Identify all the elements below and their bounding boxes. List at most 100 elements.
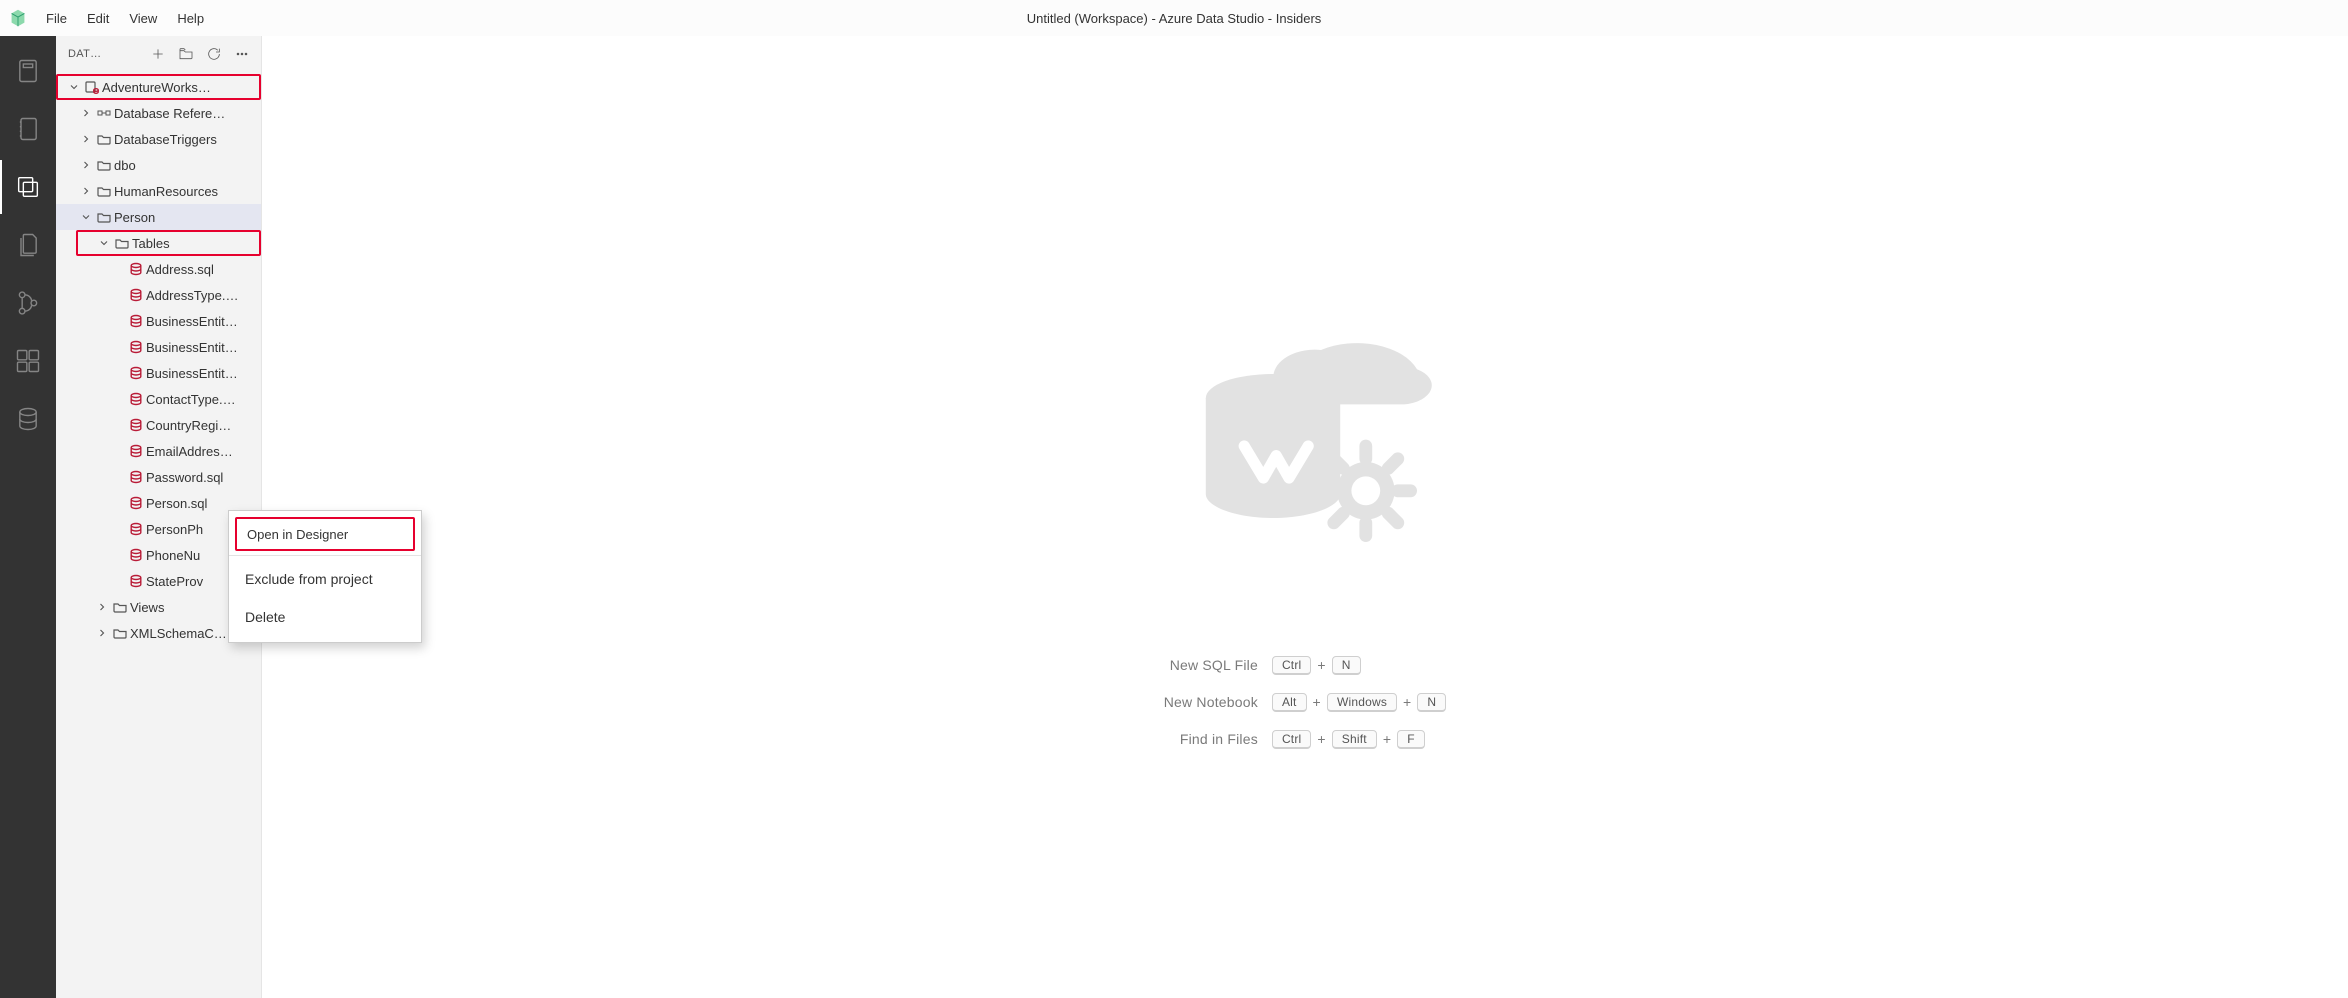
ctx-exclude[interactable]: Exclude from project (229, 560, 421, 598)
activity-database-icon[interactable] (0, 392, 56, 446)
tree-item-label: HumanResources (114, 184, 218, 199)
context-menu: Open in Designer Exclude from project De… (228, 510, 422, 643)
welcome-watermark: New SQL File Ctrl+ N New Notebook Alt+ W… (1145, 286, 1465, 749)
welcome-find-in-files: Find in Files (1164, 731, 1258, 747)
welcome-find-in-files-keys: Ctrl+ Shift+ F (1272, 730, 1446, 749)
table-icon (126, 287, 146, 303)
tree-item-table-file[interactable]: EmailAddres… (56, 438, 261, 464)
ctx-item-label: Open in Designer (247, 527, 348, 542)
tree-item-label: XMLSchemaC… (130, 626, 227, 641)
welcome-new-notebook: New Notebook (1164, 694, 1258, 710)
tree-item-tables[interactable]: Tables (76, 230, 261, 256)
chevron-right-icon[interactable] (94, 627, 110, 639)
table-icon (126, 495, 146, 511)
chevron-right-icon[interactable] (78, 133, 94, 145)
activity-source-control[interactable] (0, 276, 56, 330)
key: N (1332, 656, 1361, 675)
folder-icon (110, 599, 130, 615)
welcome-new-sql: New SQL File (1164, 657, 1258, 673)
activity-extensions[interactable] (0, 334, 56, 388)
window-title: Untitled (Workspace) - Azure Data Studio… (1027, 11, 1322, 26)
tree-item-label: Person (114, 210, 155, 225)
tree-item-label: CountryRegi… (146, 418, 231, 433)
tree-item-table-file[interactable]: BusinessEntit… (56, 308, 261, 334)
tree-item-label: AddressType.… (146, 288, 239, 303)
ctx-open-in-designer[interactable]: Open in Designer (235, 517, 415, 551)
tree-item-label: Database Refere… (114, 106, 225, 121)
editor-area: New SQL File Ctrl+ N New Notebook Alt+ W… (262, 36, 2348, 998)
folder-icon (94, 183, 114, 199)
chevron-right-icon[interactable] (78, 185, 94, 197)
tree-item-table-file[interactable]: ContactType.… (56, 386, 261, 412)
menu-help[interactable]: Help (167, 0, 214, 36)
ctx-separator (229, 555, 421, 556)
tree-item-label: BusinessEntit… (146, 314, 238, 329)
more-icon[interactable] (229, 41, 255, 67)
table-icon (126, 339, 146, 355)
tree-item-person[interactable]: Person (56, 204, 261, 230)
table-icon (126, 417, 146, 433)
new-icon[interactable] (145, 41, 171, 67)
tree-item-label: Person.sql (146, 496, 207, 511)
refresh-icon[interactable] (201, 41, 227, 67)
welcome-shortcuts: New SQL File Ctrl+ N New Notebook Alt+ W… (1164, 656, 1447, 749)
tree-item-table-file[interactable]: AddressType.… (56, 282, 261, 308)
chevron-right-icon[interactable] (94, 601, 110, 613)
activity-explorer[interactable] (0, 160, 56, 214)
key: N (1417, 693, 1446, 712)
menubar: File Edit View Help (36, 0, 214, 36)
table-icon (126, 573, 146, 589)
activity-files[interactable] (0, 218, 56, 272)
tree-item-label: StateProv (146, 574, 203, 589)
tree-item-dbtriggers[interactable]: DatabaseTriggers (56, 126, 261, 152)
key: F (1397, 730, 1425, 749)
tree-item-label: PersonPh (146, 522, 203, 537)
welcome-new-sql-keys: Ctrl+ N (1272, 656, 1446, 675)
titlebar: File Edit View Help Untitled (Workspace)… (0, 0, 2348, 36)
chevron-right-icon[interactable] (78, 159, 94, 171)
project-icon (82, 79, 102, 95)
tree-item-db-references[interactable]: Database Refere… (56, 100, 261, 126)
key: Shift (1332, 730, 1377, 749)
sidebar-header: DAT… (56, 36, 261, 72)
tree-item-label: DatabaseTriggers (114, 132, 217, 147)
menu-view[interactable]: View (119, 0, 167, 36)
key: Ctrl (1272, 730, 1311, 749)
chevron-down-icon[interactable] (96, 237, 112, 249)
chevron-down-icon[interactable] (66, 81, 82, 93)
chevron-down-icon[interactable] (78, 211, 94, 223)
tree-item-label: Password.sql (146, 470, 223, 485)
key: Alt (1272, 693, 1307, 712)
tree-root[interactable]: AdventureWorks… (56, 74, 261, 100)
table-icon (126, 547, 146, 563)
table-icon (126, 391, 146, 407)
tree-item-label: Views (130, 600, 164, 615)
tree-item-dbo[interactable]: dbo (56, 152, 261, 178)
activity-notebooks[interactable] (0, 102, 56, 156)
tree-item-label: BusinessEntit… (146, 366, 238, 381)
folder-icon (94, 131, 114, 147)
tree-item-humanresources[interactable]: HumanResources (56, 178, 261, 204)
menu-edit[interactable]: Edit (77, 0, 119, 36)
sidebar-title: DAT… (68, 48, 101, 60)
table-icon (126, 313, 146, 329)
menu-file[interactable]: File (36, 0, 77, 36)
app-icon (0, 7, 36, 29)
reference-icon (94, 105, 114, 121)
activity-connections[interactable] (0, 44, 56, 98)
folder-icon (112, 235, 132, 251)
open-folder-icon[interactable] (173, 41, 199, 67)
tree-item-label: EmailAddres… (146, 444, 233, 459)
tree-item-label: dbo (114, 158, 136, 173)
tree-root-label: AdventureWorks… (102, 80, 211, 95)
table-icon (126, 469, 146, 485)
tree-item-table-file[interactable]: Password.sql (56, 464, 261, 490)
watermark-icon (1145, 286, 1465, 606)
chevron-right-icon[interactable] (78, 107, 94, 119)
ctx-delete[interactable]: Delete (229, 598, 421, 636)
key: Windows (1327, 693, 1397, 712)
tree-item-table-file[interactable]: BusinessEntit… (56, 334, 261, 360)
tree-item-table-file[interactable]: Address.sql (56, 256, 261, 282)
tree-item-table-file[interactable]: BusinessEntit… (56, 360, 261, 386)
tree-item-table-file[interactable]: CountryRegi… (56, 412, 261, 438)
